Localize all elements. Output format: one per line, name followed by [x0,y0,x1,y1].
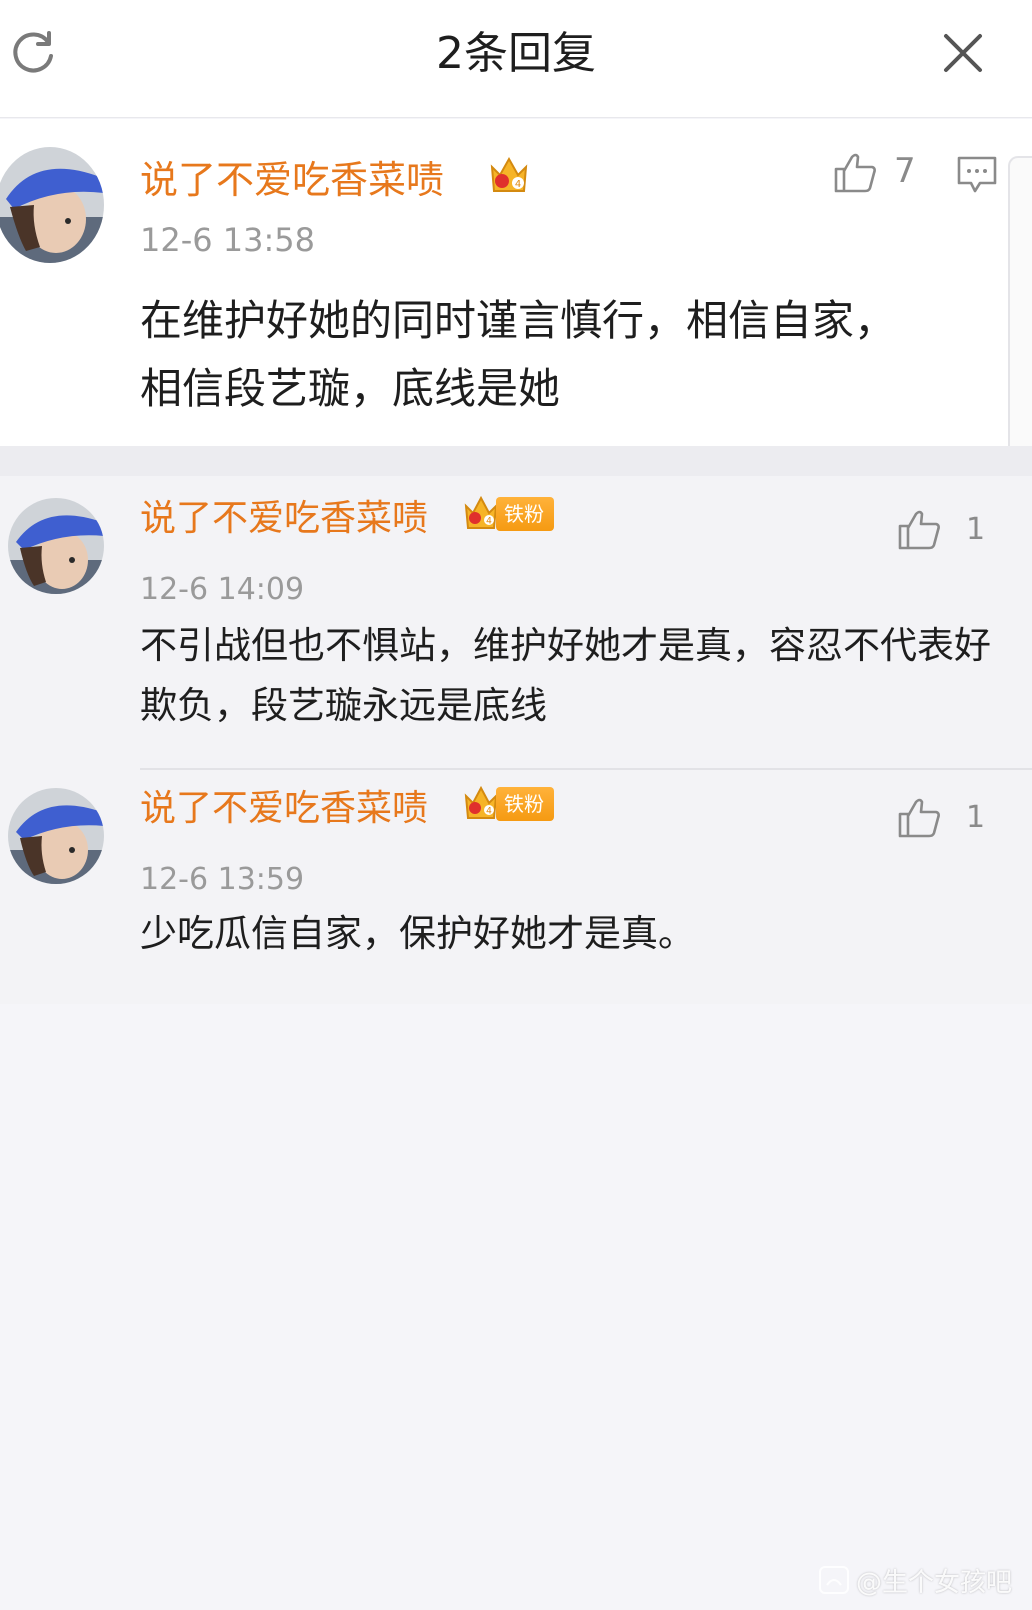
badge-label: 铁粉 [496,787,554,821]
username[interactable]: 说了不爱吃香菜啧 [140,786,428,832]
comment-text: 在维护好她的同时谨言慎行，相信自家，相信段艺璇，底线是她 [140,296,897,413]
reply-item: 说了不爱吃香菜啧 4 铁粉 12-6 14:09 不引战但也不惧站，维护好她才是… [0,476,1032,770]
crown-level: 4 [486,807,492,817]
page-title: 2条回复 [436,28,596,79]
user-avatar[interactable] [8,498,104,594]
comment-time: 12-6 13:59 [140,862,305,897]
watermark: @生个女孩吧 [818,1562,1012,1598]
thumbs-up-icon[interactable] [896,794,942,840]
comment-time: 12-6 14:09 [140,572,305,607]
crown-level: 4 [486,517,492,527]
like-count: 7 [894,151,916,191]
user-avatar[interactable] [0,147,104,263]
header-bar: 2条回复 [0,0,1032,118]
like-count: 1 [966,512,986,547]
reply-list: 说了不爱吃香菜啧 4 铁粉 12-6 14:09 不引战但也不惧站，维护好她才是… [0,476,1032,1004]
username[interactable]: 说了不爱吃香菜啧 [140,496,428,542]
weibo-logo-icon [819,1566,849,1594]
comment-time: 12-6 13:58 [140,221,316,259]
iron-fan-badge: 4 铁粉 [462,784,554,824]
close-icon[interactable] [940,30,986,76]
reply-item: 说了不爱吃香菜啧 4 铁粉 12-6 13:59 少吃瓜信自家，保护好她才是真。… [0,770,1032,1004]
watermark-text: @生个女孩吧 [856,1567,1013,1598]
crown-level: 4 [515,179,521,190]
comment-bubble-icon[interactable] [956,155,998,195]
iron-fan-badge: 4 铁粉 [462,494,554,534]
thumbs-up-icon[interactable] [896,506,942,552]
user-avatar[interactable] [8,788,104,884]
section-separator [0,446,1032,476]
badge-label: 铁粉 [496,497,554,531]
fan-crown-icon: 4 [464,495,498,529]
comment-text: 少吃瓜信自家，保护好她才是真。 [140,912,695,955]
comment-text: 不引战但也不惧站，维护好她才是真，容忍不代表好欺负，段艺璇永远是底线 [140,624,991,727]
thumbs-up-icon[interactable] [832,149,878,195]
fan-crown-icon: 4 [464,785,498,819]
like-count: 1 [966,800,986,835]
main-comment: 说了不爱吃香菜啧 4 12-6 13:58 在维护好她的同时谨言慎行，相信自家，… [0,119,1032,446]
fan-crown-icon: 4 [490,156,528,192]
username[interactable]: 说了不爱吃香菜啧 [140,155,444,205]
